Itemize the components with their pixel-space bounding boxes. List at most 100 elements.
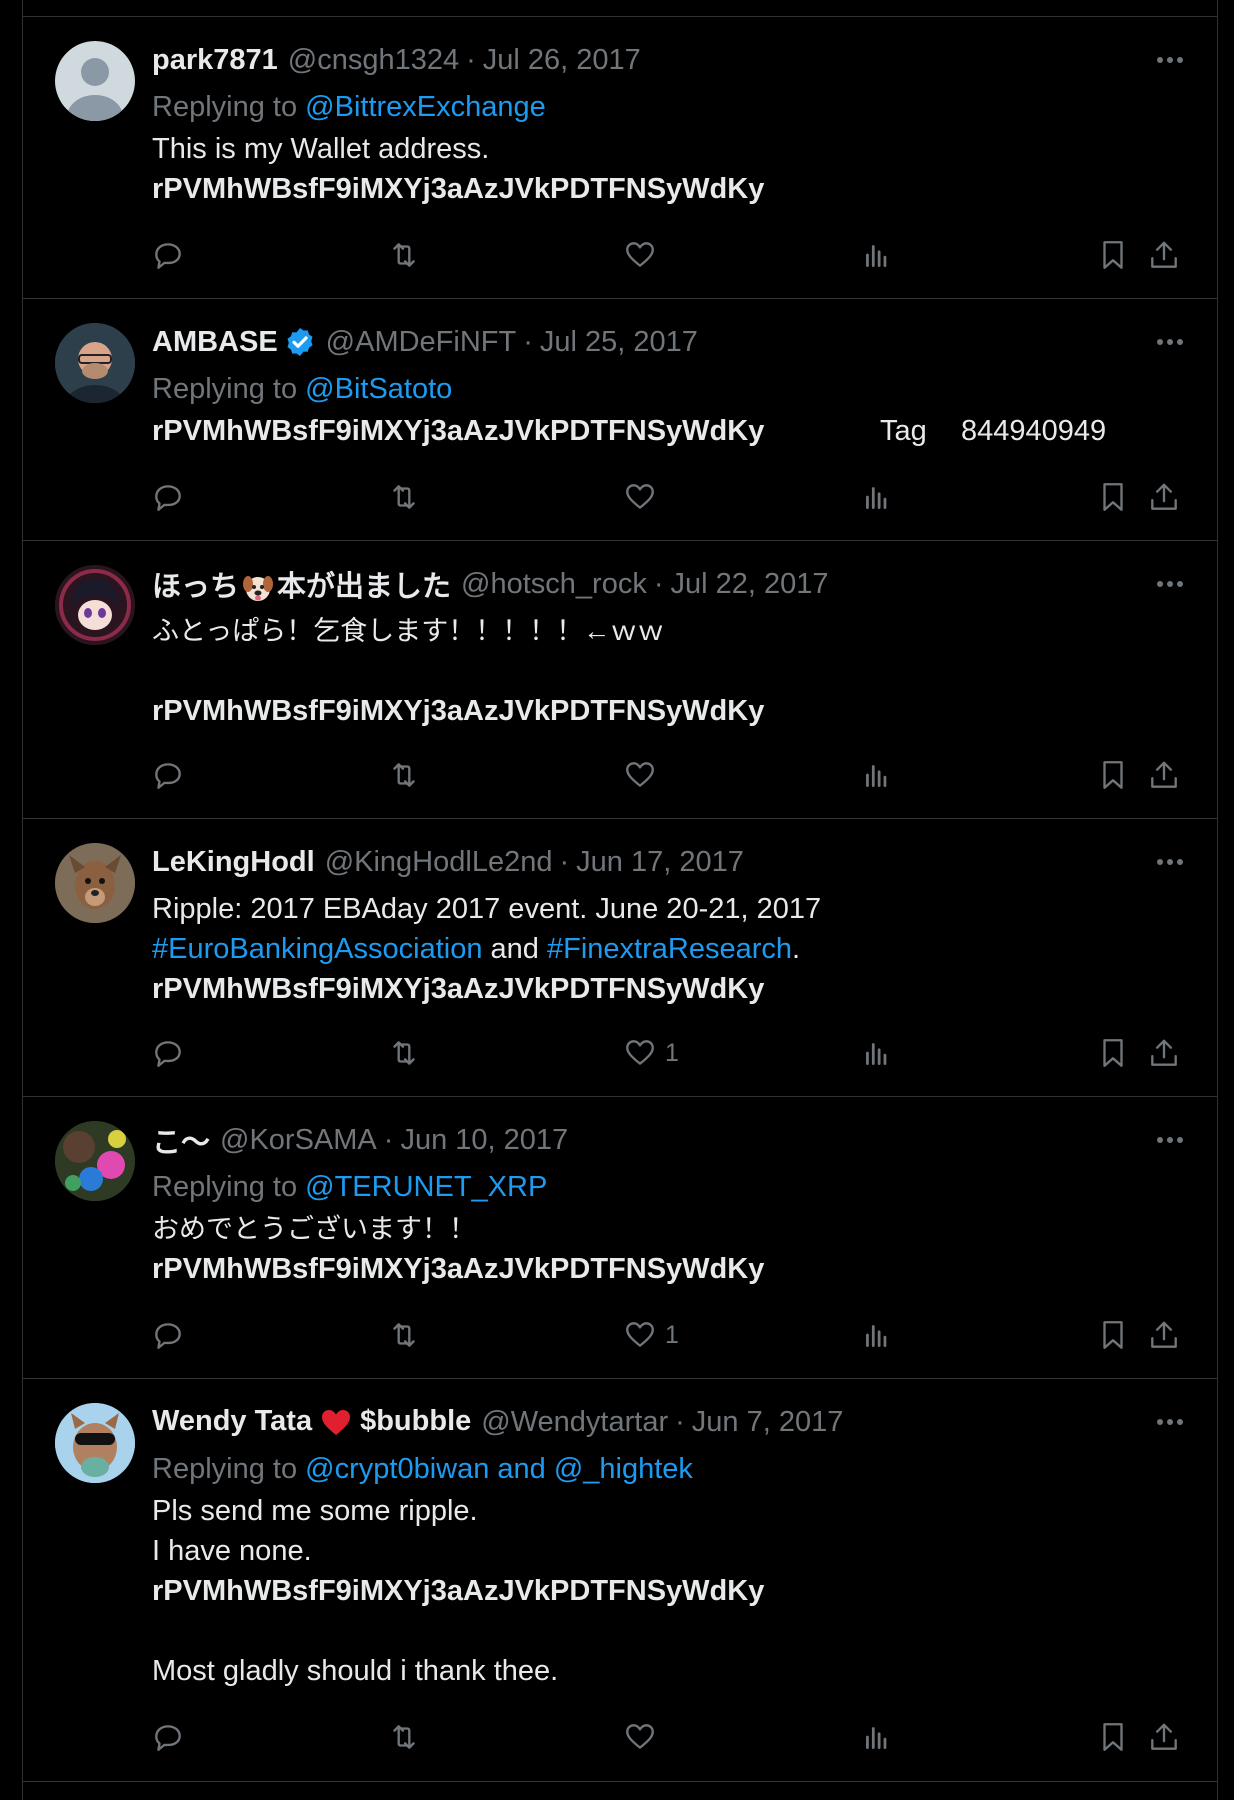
reply-button[interactable] [151, 235, 185, 275]
more-icon[interactable] [1153, 1407, 1187, 1437]
avatar[interactable] [55, 1121, 135, 1201]
avatar[interactable] [55, 843, 135, 923]
tweet-date[interactable]: Jul 25, 2017 [540, 326, 698, 359]
retweet-icon [393, 1725, 415, 1749]
like-button[interactable]: 1 [623, 1033, 679, 1073]
reply-button[interactable] [151, 477, 185, 517]
views-button[interactable] [860, 1033, 894, 1073]
retweet-icon [393, 1323, 415, 1347]
like-icon [626, 1724, 654, 1749]
share-button[interactable] [1147, 235, 1181, 275]
replying-prefix: Replying to [152, 373, 306, 405]
retweet-button[interactable] [387, 235, 421, 275]
reply-icon [155, 1323, 181, 1349]
views-icon [866, 487, 887, 510]
views-button[interactable] [860, 1315, 894, 1355]
reply-button[interactable] [151, 1033, 185, 1073]
mention-link[interactable]: @TERUNET_XRP [305, 1171, 547, 1203]
views-button[interactable] [860, 755, 894, 795]
share-icon [1151, 761, 1177, 788]
tweet-date[interactable]: Jun 7, 2017 [692, 1406, 844, 1439]
reply-button[interactable] [151, 1315, 185, 1355]
tweet[interactable]: AMBASE @AMDeFiNFT · Jul 25, 2017 Replyin… [23, 299, 1217, 541]
bookmark-button[interactable] [1096, 1315, 1130, 1355]
user-handle[interactable]: @KingHodlLe2nd [325, 846, 553, 879]
user-handle[interactable]: @hotsch_rock [461, 568, 647, 601]
replying-prefix: Replying to [152, 1453, 306, 1485]
display-name[interactable]: こ〜 [152, 1119, 210, 1161]
bookmark-button[interactable] [1096, 477, 1130, 517]
like-icon [626, 242, 654, 267]
tweet-date[interactable]: Jun 17, 2017 [576, 846, 744, 879]
like-button[interactable]: 1 [623, 1315, 679, 1355]
share-button[interactable] [1147, 477, 1181, 517]
conjunction-text: and [482, 933, 547, 965]
like-button[interactable] [623, 235, 665, 275]
avatar[interactable] [55, 1403, 135, 1483]
bookmark-button[interactable] [1096, 235, 1130, 275]
display-name[interactable]: Wendy Tata $bubble [152, 1405, 471, 1438]
more-icon[interactable] [1153, 45, 1187, 75]
user-handle[interactable]: @cnsgh1324 [288, 44, 459, 77]
avatar[interactable] [55, 565, 135, 645]
display-name[interactable]: AMBASE [152, 326, 278, 359]
display-name[interactable]: park7871 [152, 44, 278, 77]
tweet[interactable]: LeKingHodl @KingHodlLe2nd · Jun 17, 2017… [23, 819, 1217, 1097]
like-button[interactable] [623, 755, 665, 795]
user-handle[interactable]: @KorSAMA [220, 1124, 377, 1157]
tweet-date[interactable]: Jul 22, 2017 [671, 568, 829, 601]
bookmark-button[interactable] [1096, 1033, 1130, 1073]
separator: · [653, 567, 664, 600]
retweet-button[interactable] [387, 1033, 421, 1073]
retweet-button[interactable] [387, 1315, 421, 1355]
punctuation: . [791, 933, 801, 965]
reply-button[interactable] [151, 1717, 185, 1757]
hashtag-link[interactable]: #FinextraResearch [547, 933, 792, 965]
reply-button[interactable] [151, 755, 185, 795]
more-icon[interactable] [1153, 847, 1187, 877]
bookmark-button[interactable] [1096, 755, 1130, 795]
user-handle[interactable]: @AMDeFiNFT [326, 326, 517, 359]
mention-link[interactable]: @crypt0biwan and @_hightek [305, 1453, 693, 1485]
like-icon [626, 484, 654, 509]
bookmark-button[interactable] [1096, 1717, 1130, 1757]
tweet-actions [23, 755, 1217, 795]
avatar[interactable] [55, 41, 135, 121]
display-name[interactable]: ほっち 本が出ました [152, 563, 451, 605]
wallet-address: rPVMhWBsfF9iMXYj3aAzJVkPDTFNSyWdKy [152, 973, 765, 1005]
share-button[interactable] [1147, 1033, 1181, 1073]
share-icon [1151, 1723, 1177, 1750]
mention-link[interactable]: @BitSatoto [305, 373, 452, 405]
tweet-date[interactable]: Jul 26, 2017 [483, 44, 641, 77]
like-count: 1 [665, 1320, 679, 1349]
retweet-button[interactable] [387, 477, 421, 517]
display-name[interactable]: LeKingHodl [152, 846, 315, 879]
user-handle[interactable]: @Wendytartar [481, 1406, 668, 1439]
views-button[interactable] [860, 235, 894, 275]
share-button[interactable] [1147, 1717, 1181, 1757]
retweet-button[interactable] [387, 1717, 421, 1757]
tweet[interactable]: こ〜 @KorSAMA · Jun 10, 2017 Replying to @… [23, 1097, 1217, 1379]
tweet-date[interactable]: Jun 10, 2017 [400, 1124, 568, 1157]
tweet-actions [23, 1717, 1217, 1757]
more-icon[interactable] [1153, 569, 1187, 599]
like-button[interactable] [623, 477, 665, 517]
hashtag-link[interactable]: #EuroBankingAssociation [152, 933, 482, 965]
bookmark-icon [1103, 241, 1123, 269]
share-button[interactable] [1147, 1315, 1181, 1355]
views-button[interactable] [860, 1717, 894, 1757]
tweet[interactable]: park7871 @cnsgh1324 · Jul 26, 2017 Reply… [23, 17, 1217, 299]
tweet[interactable]: Wendy Tata $bubble @Wendytartar · Jun 7, … [23, 1379, 1217, 1782]
tweet[interactable]: ほっち 本が出ました @hotsch_rock · Jul 22, 2017 ふと… [23, 541, 1217, 819]
like-button[interactable] [623, 1717, 665, 1757]
more-icon[interactable] [1153, 1125, 1187, 1155]
mention-link[interactable]: @BittrexExchange [305, 91, 546, 123]
more-icon[interactable] [1153, 327, 1187, 357]
views-icon [866, 765, 887, 788]
share-button[interactable] [1147, 755, 1181, 795]
views-button[interactable] [860, 477, 894, 517]
bookmark-icon [1103, 1039, 1123, 1067]
retweet-button[interactable] [387, 755, 421, 795]
avatar[interactable] [55, 323, 135, 403]
like-count: 1 [665, 1038, 679, 1067]
